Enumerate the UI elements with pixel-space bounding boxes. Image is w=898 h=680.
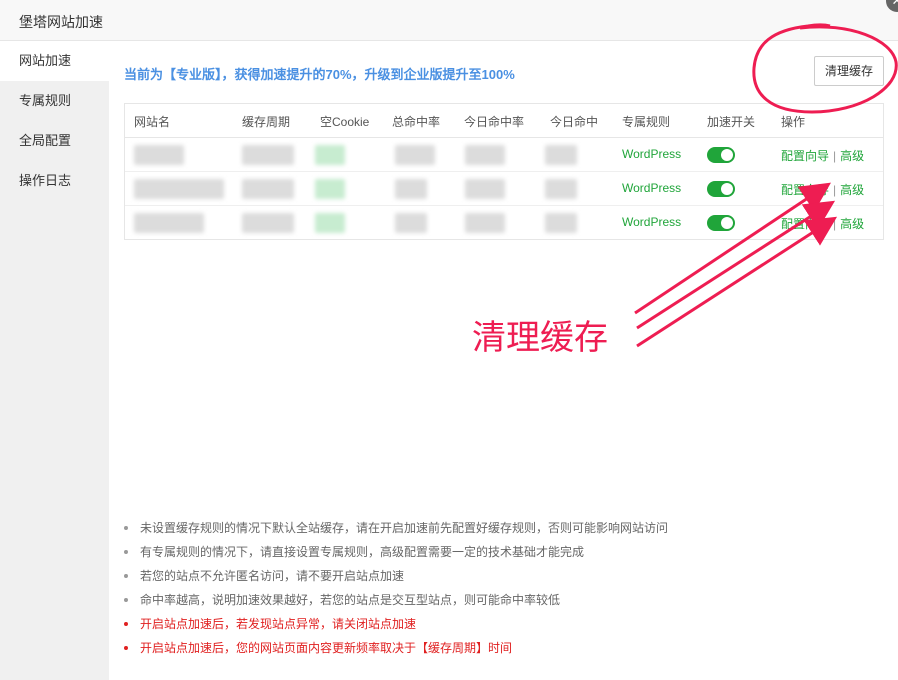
annotation-arrow [636, 200, 836, 330]
highlight-circle [752, 23, 898, 114]
annotation-arrow [636, 216, 838, 348]
annotation-label: 清理缓存 [472, 319, 608, 357]
annotation-arrow [634, 182, 831, 315]
annotation-overlay [634, 23, 898, 348]
